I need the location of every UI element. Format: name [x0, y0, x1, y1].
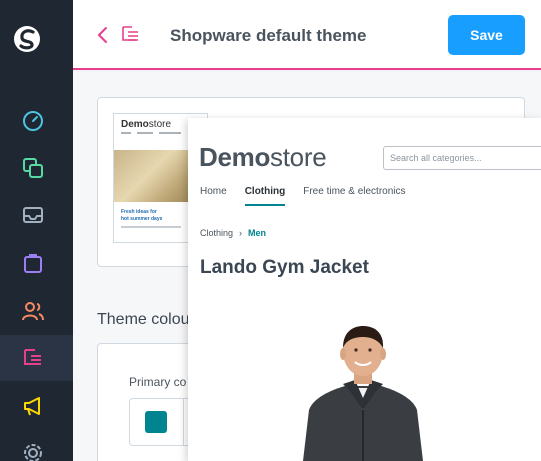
sidebar-item-content[interactable]	[0, 335, 73, 381]
page-title: Shopware default theme	[170, 26, 367, 45]
storefront-logo: Demostore	[199, 142, 327, 172]
dashboard-icon	[23, 111, 43, 131]
storefront-preview-popover: Demostore Search all categories... Home …	[188, 118, 541, 461]
storefront-search-input[interactable]: Search all categories...	[383, 146, 541, 170]
products-icon	[23, 158, 43, 178]
colour-field-divider	[183, 399, 184, 445]
storefront-main-nav: Home Clothing Free time & electronics	[200, 186, 424, 206]
storefront-nav-home[interactable]: Home	[200, 186, 227, 206]
settings-icon	[24, 444, 42, 461]
storefront-nav-clothing[interactable]: Clothing	[244, 186, 286, 206]
product-title: Lando Gym Jacket	[200, 257, 369, 278]
sidebar-item-users[interactable]	[0, 288, 73, 334]
product-image	[303, 326, 423, 461]
mini-preview-text-lines	[121, 226, 181, 228]
marketing-icon	[24, 397, 40, 416]
sidebar-item-dashboard[interactable]	[0, 98, 73, 144]
sidebar-item-customers[interactable]	[0, 240, 73, 286]
chevron-left-icon[interactable]	[95, 25, 109, 45]
orders-icon	[23, 207, 43, 223]
breadcrumb-men[interactable]: Men	[248, 228, 266, 238]
storefront-breadcrumb: Clothing › Men	[200, 228, 266, 238]
primary-colour-swatch[interactable]	[145, 411, 167, 433]
primary-colour-label: Primary co	[129, 375, 187, 389]
breadcrumb-separator-icon: ›	[239, 228, 243, 238]
storefront-nav-free-time[interactable]: Free time & electronics	[303, 186, 405, 206]
sidebar-item-products[interactable]	[0, 145, 73, 191]
shopware-logo-icon[interactable]	[13, 22, 41, 56]
sidebar-item-marketing[interactable]	[0, 383, 73, 429]
save-button[interactable]: Save	[448, 15, 525, 55]
admin-sidebar	[0, 0, 73, 461]
sidebar-item-orders[interactable]	[0, 192, 73, 238]
customers-icon	[24, 254, 42, 273]
content-icon	[122, 26, 138, 41]
page-header: Shopware default theme Save	[73, 0, 541, 70]
theme-colours-section-title: Theme colou	[97, 311, 190, 328]
mini-preview-logo: Demostore	[121, 119, 172, 130]
content-icon	[24, 349, 41, 365]
sidebar-item-settings[interactable]	[0, 430, 73, 461]
mini-preview-caption: Fresh ideas for hot summer days	[121, 209, 163, 222]
breadcrumb-clothing[interactable]: Clothing	[200, 228, 233, 238]
users-icon	[22, 302, 44, 321]
theme-manager-screen: Shopware default theme Save Demostore Fr…	[0, 0, 541, 461]
